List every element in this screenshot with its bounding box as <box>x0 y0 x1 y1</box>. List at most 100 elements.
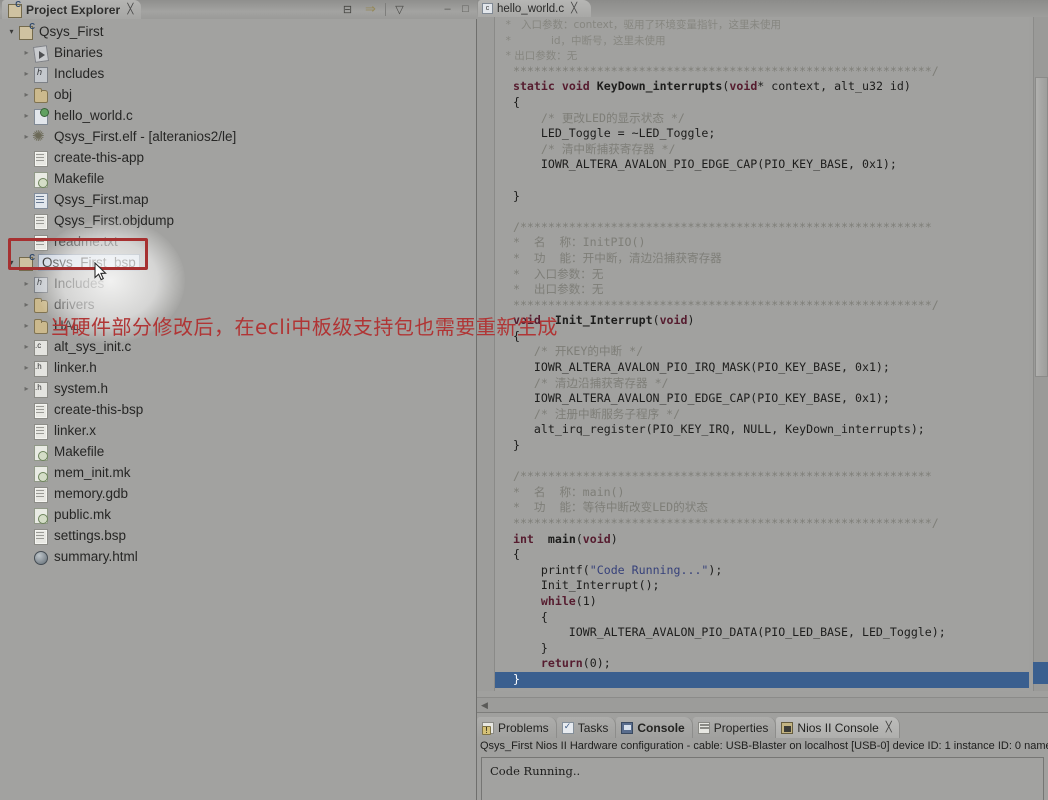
code-line[interactable]: { <box>495 547 1029 563</box>
code-line[interactable]: ****************************************… <box>495 64 1029 80</box>
code-line[interactable]: /***************************************… <box>495 220 1029 236</box>
tree-item-public-mk[interactable]: public.mk <box>0 504 465 525</box>
close-icon[interactable]: ╳ <box>571 3 577 14</box>
editor-vertical-scrollbar[interactable] <box>1033 17 1048 691</box>
tree-item-linker-x[interactable]: linker.x <box>0 420 465 441</box>
chevron-right-icon[interactable] <box>21 111 32 120</box>
chevron-right-icon[interactable] <box>21 132 32 141</box>
tree-item-create-this-app[interactable]: create-this-app <box>0 147 465 168</box>
editor-horizontal-scrollbar[interactable]: ◀ <box>477 697 1048 712</box>
code-line[interactable]: * 名 称：main() <box>495 485 1029 501</box>
tree-item-includes[interactable]: Includes <box>0 273 465 294</box>
code-line[interactable]: /* 开KEY的中断 */ <box>495 344 1029 360</box>
code-line[interactable]: int main(void) <box>495 532 1029 548</box>
code-line[interactable]: ****************************************… <box>495 516 1029 532</box>
code-line[interactable]: Init_Interrupt(); <box>495 578 1029 594</box>
tab-problems[interactable]: Problems <box>477 717 557 738</box>
code-line[interactable]: } <box>495 189 1029 205</box>
tab-hello-world-c[interactable]: c hello_world.c ╳ <box>478 0 592 17</box>
code-line[interactable]: * 出口参数：无 <box>495 282 1029 298</box>
tree-item-binaries[interactable]: Binaries <box>0 42 465 63</box>
tree-item-obj[interactable]: obj <box>0 84 465 105</box>
tree-item-qsys-first[interactable]: Qsys_First <box>0 21 465 42</box>
tab-console[interactable]: Console <box>616 717 693 738</box>
code-line[interactable]: LED_Toggle = ~LED_Toggle; <box>495 126 1029 142</box>
code-line[interactable]: * 入口参数：context，驱用了环境变量指针，这里未使用 <box>495 17 1029 33</box>
code-line[interactable]: /* 更改LED的显示状态 */ <box>495 111 1029 127</box>
tree-item-readme-txt[interactable]: readme.txt <box>0 231 465 252</box>
tree-item-qsys-first-objdump[interactable]: Qsys_First.objdump <box>0 210 465 231</box>
chevron-right-icon[interactable] <box>21 279 32 288</box>
code-line[interactable]: printf("Code Running..."); <box>495 563 1029 579</box>
code-line[interactable]: static void KeyDown_interrupts(void* con… <box>495 79 1029 95</box>
code-line[interactable]: { <box>495 610 1029 626</box>
code-line[interactable]: * id，中断号，这里未使用 <box>495 33 1029 49</box>
tree-item-qsys-first-map[interactable]: Qsys_First.map <box>0 189 465 210</box>
view-menu-icon[interactable]: ▽ <box>392 2 407 16</box>
editor-gutter[interactable] <box>477 17 495 691</box>
tree-item-memory-gdb[interactable]: memory.gdb <box>0 483 465 504</box>
code-line[interactable]: /* 清边沿捕获寄存器 */ <box>495 376 1029 392</box>
code-line[interactable]: IOWR_ALTERA_AVALON_PIO_IRQ_MASK(PIO_KEY_… <box>495 360 1029 376</box>
code-line[interactable]: IOWR_ALTERA_AVALON_PIO_EDGE_CAP(PIO_KEY_… <box>495 391 1029 407</box>
tree-item-system-h[interactable]: system.h <box>0 378 465 399</box>
code-line[interactable]: IOWR_ALTERA_AVALON_PIO_DATA(PIO_LED_BASE… <box>495 625 1029 641</box>
tree-item-hello-world-c[interactable]: hello_world.c <box>0 105 465 126</box>
code-line[interactable]: * 出口参数：无 <box>495 48 1029 64</box>
code-line[interactable] <box>495 173 1029 189</box>
code-line[interactable]: } <box>495 641 1029 657</box>
maximize-icon[interactable]: □ <box>458 2 473 16</box>
code-line[interactable]: { <box>495 95 1029 111</box>
tree-item-mem-init-mk[interactable]: mem_init.mk <box>0 462 465 483</box>
close-icon[interactable]: ╳ <box>886 722 892 733</box>
scroll-left-icon[interactable]: ◀ <box>481 700 488 711</box>
project-tree[interactable]: Qsys_First Binaries Includes obj hello_world… <box>0 19 465 800</box>
code-line[interactable]: * 名 称：InitPIO() <box>495 235 1029 251</box>
code-line[interactable]: /***************************************… <box>495 469 1029 485</box>
source-code-area[interactable]: * 入口参数：context，驱用了环境变量指针，这里未使用 * id，中断号，… <box>495 17 1029 691</box>
chevron-right-icon[interactable] <box>21 363 32 372</box>
code-line[interactable]: } <box>495 671 1029 688</box>
chevron-down-icon[interactable] <box>6 27 17 36</box>
chevron-right-icon[interactable] <box>21 384 32 393</box>
code-line[interactable]: while(1) <box>495 594 1029 610</box>
tree-item-summary-html[interactable]: summary.html <box>0 546 465 567</box>
scrollbar-thumb[interactable] <box>1035 77 1048 377</box>
chevron-down-icon[interactable] <box>6 258 17 267</box>
code-line[interactable]: void Init_Interrupt(void) <box>495 313 1029 329</box>
code-line[interactable] <box>495 454 1029 470</box>
tree-item-qsys-first-elf-alteranios2-le[interactable]: Qsys_First.elf - [alteranios2/le] <box>0 126 465 147</box>
tree-item-qsys-first-bsp[interactable]: Qsys_First_bsp <box>0 252 465 273</box>
tree-item-linker-h[interactable]: linker.h <box>0 357 465 378</box>
tab-properties[interactable]: Properties <box>692 717 777 738</box>
link-with-editor-icon[interactable]: ⇒ <box>363 1 378 16</box>
chevron-right-icon[interactable] <box>21 342 32 351</box>
tree-item-settings-bsp[interactable]: settings.bsp <box>0 525 465 546</box>
code-line[interactable]: alt_irq_register(PIO_KEY_IRQ, NULL, KeyD… <box>495 422 1029 438</box>
code-line[interactable]: { <box>495 329 1029 345</box>
tree-item-includes[interactable]: Includes <box>0 63 465 84</box>
code-line[interactable]: /* 注册中断服务子程序 */ <box>495 407 1029 423</box>
chevron-right-icon[interactable] <box>21 90 32 99</box>
code-line[interactable] <box>495 204 1029 220</box>
chevron-right-icon[interactable] <box>21 300 32 309</box>
chevron-right-icon[interactable] <box>21 321 32 330</box>
console-output[interactable]: Code Running.. <box>481 757 1044 800</box>
collapse-all-icon[interactable]: ⊟ <box>340 2 355 16</box>
minimize-icon[interactable]: – <box>440 2 455 16</box>
tree-item-makefile[interactable]: Makefile <box>0 168 465 189</box>
code-line[interactable]: * 功 能：等待中断改变LED的状态 <box>495 500 1029 516</box>
code-line[interactable]: * 入口参数：无 <box>495 267 1029 283</box>
code-line[interactable]: IOWR_ALTERA_AVALON_PIO_EDGE_CAP(PIO_KEY_… <box>495 157 1029 173</box>
code-line[interactable]: } <box>495 438 1029 454</box>
tree-item-makefile[interactable]: Makefile <box>0 441 465 462</box>
code-line[interactable]: return(0); <box>495 656 1029 672</box>
tab-tasks[interactable]: Tasks <box>556 717 617 738</box>
chevron-right-icon[interactable] <box>21 48 32 57</box>
tab-project-explorer[interactable]: Project Explorer ╳ <box>2 0 142 19</box>
code-line[interactable]: ****************************************… <box>495 298 1029 314</box>
close-icon[interactable]: ╳ <box>127 4 133 15</box>
chevron-right-icon[interactable] <box>21 69 32 78</box>
code-line[interactable]: /* 清中断捕获寄存器 */ <box>495 142 1029 158</box>
code-line[interactable]: * 功 能：开中断，清边沿捕获寄存器 <box>495 251 1029 267</box>
